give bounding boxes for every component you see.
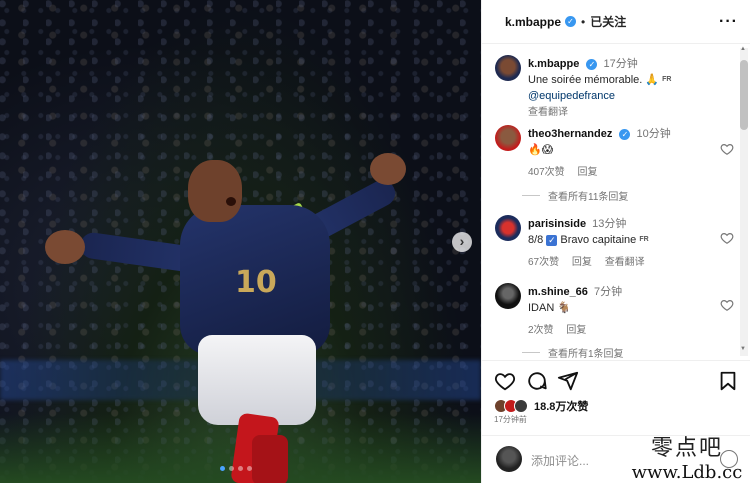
player-shorts — [198, 335, 316, 425]
avatar[interactable] — [495, 283, 521, 309]
heart-icon[interactable] — [720, 298, 734, 312]
comment-time: 13分钟 — [592, 218, 627, 230]
comment-reply-button[interactable]: 回复 — [566, 325, 586, 336]
carousel-dot — [247, 466, 252, 471]
replies-line — [522, 352, 540, 353]
carousel-dots — [220, 466, 252, 471]
caption-time: 17分钟 — [603, 58, 638, 70]
caption-body: k.mbappe ✓ 17分钟 Une soirée mémorable. 🙏 … — [528, 55, 713, 118]
comment-body: m.shine_66 7分钟 IDAN 🐐 2次赞 回复 — [528, 283, 713, 336]
caption-text: Une soirée mémorable. 🙏 — [528, 74, 660, 86]
player-figure: 10 — [40, 145, 420, 483]
comment-input[interactable]: 添加评论... — [531, 452, 589, 469]
comment-translate-link[interactable]: 查看翻译 — [605, 257, 645, 268]
watermark: 零点吧 www.Ldb.cc — [624, 430, 750, 483]
likes-summary[interactable]: 18.8万次赞 — [494, 398, 588, 414]
caption-translate-link[interactable]: 查看翻译 — [528, 103, 713, 118]
comment-username[interactable]: m.shine_66 — [528, 286, 588, 298]
comment-likes[interactable]: 2次赞 — [528, 325, 554, 336]
like-heart-icon[interactable] — [494, 370, 516, 392]
player-left-hand — [45, 230, 85, 264]
follow-status-button[interactable]: 已关注 — [590, 13, 626, 30]
comments-list: k.mbappe ✓ 17分钟 Une soirée mémorable. 🙏 … — [482, 45, 750, 360]
avatar[interactable] — [495, 215, 521, 241]
comment-lang: FR — [639, 236, 649, 244]
comment-body: theo3hernandez ✓ 10分钟 🔥😱 407次赞 回复 — [528, 125, 713, 178]
heart-icon[interactable] — [720, 231, 734, 245]
view-replies[interactable]: 查看所有11条回复 — [522, 188, 628, 203]
player-mouth — [226, 197, 236, 206]
verified-icon: ✓ — [619, 128, 631, 140]
comment-body: parisinside 13分钟 8/8 ✓ Bravo capitaine F… — [528, 215, 713, 268]
comment-likes[interactable]: 67次赞 — [528, 257, 559, 268]
comment-likes[interactable]: 407次赞 — [528, 167, 565, 178]
replies-line — [522, 195, 540, 196]
view-replies-link[interactable]: 查看所有11条回复 — [548, 188, 628, 203]
post-photo: 10 › — [0, 0, 481, 483]
comment-time: 10分钟 — [636, 128, 671, 140]
heart-icon[interactable] — [720, 142, 734, 156]
avatar[interactable] — [495, 125, 521, 151]
action-icons — [494, 370, 739, 392]
watermark-bottom: www.Ldb.cc — [631, 462, 743, 483]
carousel-dot — [229, 466, 234, 471]
caption-username[interactable]: k.mbappe — [528, 58, 579, 70]
carousel-next-button[interactable]: › — [452, 232, 472, 252]
bookmark-icon[interactable] — [717, 370, 739, 392]
player-right-sock — [252, 435, 288, 483]
post-header: k.mbappe ✓ • 已关注 ··· — [482, 0, 750, 44]
comment-username[interactable]: parisinside — [528, 218, 586, 230]
avatar[interactable] — [495, 55, 521, 81]
post-time-ago: 17分钟前 — [494, 415, 527, 424]
view-replies[interactable]: 查看所有1条回复 — [522, 345, 624, 360]
comment-text: IDAN 🐐 — [528, 302, 572, 314]
carousel-dot — [220, 466, 225, 471]
comment-icon[interactable] — [526, 370, 548, 392]
scroll-down-icon[interactable]: ▼ — [740, 346, 746, 352]
player-head — [188, 160, 242, 222]
more-options-icon[interactable]: ··· — [719, 13, 738, 31]
caption-mention-link[interactable]: @equipedefrance — [528, 90, 615, 102]
likes-count[interactable]: 18.8万次赞 — [534, 398, 588, 414]
comment-username[interactable]: theo3hernandez — [528, 128, 612, 140]
verified-icon: ✓ — [565, 16, 577, 27]
carousel-dot — [238, 466, 243, 471]
post-side-panel: k.mbappe ✓ • 已关注 ··· k.mbappe ✓ 17分钟 Une… — [481, 0, 750, 483]
player-right-hand — [370, 153, 406, 185]
liker-avatar — [514, 399, 528, 413]
view-replies-link[interactable]: 查看所有1条回复 — [548, 345, 624, 360]
current-user-avatar — [496, 446, 522, 472]
share-icon[interactable] — [557, 370, 579, 392]
caption-lang: FR — [662, 76, 672, 84]
verified-icon: ✓ — [586, 58, 598, 70]
comment-text-prefix: 8/8 — [528, 234, 544, 246]
scrollbar-thumb[interactable] — [740, 60, 748, 130]
post-actions: 18.8万次赞 17分钟前 — [482, 360, 750, 424]
header-separator: • — [581, 14, 586, 29]
jersey-number: 10 — [235, 265, 277, 300]
scroll-up-icon[interactable]: ▲ — [740, 46, 746, 52]
check-icon: ✓ — [546, 235, 558, 246]
watermark-top: 零点吧 — [650, 436, 723, 461]
comment-reply-button[interactable]: 回复 — [572, 257, 592, 268]
comment-reply-button[interactable]: 回复 — [577, 167, 597, 178]
comment-text: 🔥😱 — [528, 144, 554, 156]
comment-text: Bravo capitaine — [560, 234, 637, 246]
author-username[interactable]: k.mbappe — [505, 15, 561, 29]
comment-time: 7分钟 — [593, 286, 623, 298]
